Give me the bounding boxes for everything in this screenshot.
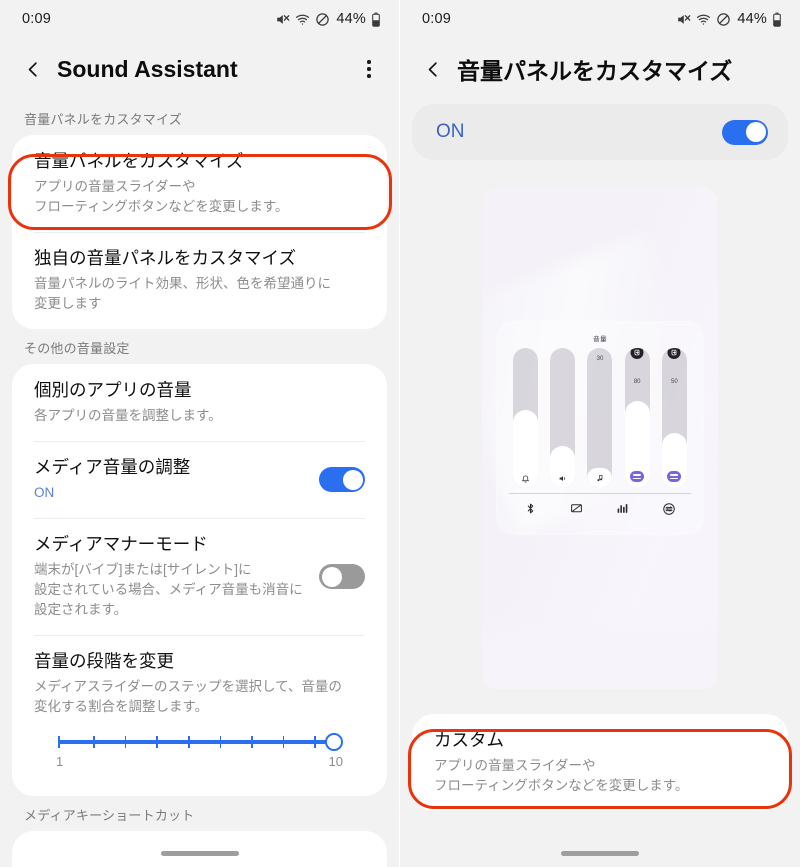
status-bar-left: 0:09 44% (0, 0, 399, 38)
cast-off-icon[interactable] (570, 502, 583, 520)
battery-percent-label: 44% (336, 11, 366, 27)
status-icon-group: 44% (275, 11, 381, 27)
music-note-icon (587, 473, 612, 483)
volume-panel-mock: 音量 30 80 50 (496, 321, 704, 535)
list-item-custom[interactable]: カスタム アプリの音量スライダーや フローティングボタンなどを変更します。 (412, 714, 788, 811)
list-item-subtitle: アプリの音量スライダーや フローティングボタンなどを変更します。 (434, 757, 689, 793)
status-icon-group: 44% (676, 11, 782, 27)
battery-icon (772, 12, 782, 27)
mute-icon (275, 12, 290, 27)
toggle-customize-volume-panel[interactable] (722, 119, 768, 145)
list-item-subtitle: 各アプリの音量を調整します。 (34, 407, 222, 423)
back-arrow-icon[interactable] (418, 54, 448, 84)
volume-slider-app-2[interactable]: 50 (661, 348, 687, 488)
list-item-per-app-volume[interactable]: 個別のアプリの音量 各アプリの音量を調整します。 (12, 364, 387, 441)
right-phone-screen: 0:09 44% 音量パネルをカスタマイズ ON 音量 30 80 50 カスタ… (400, 0, 800, 867)
bell-icon (513, 474, 538, 483)
toggle-media-manner-mode[interactable] (319, 564, 365, 590)
card-other-volume-settings: 個別のアプリの音量 各アプリの音量を調整します。 メディア音量の調整 ON メデ… (12, 364, 387, 796)
section-header-media-key-shortcut: メディアキーショートカット (24, 807, 195, 823)
list-item-media-manner-mode[interactable]: メディアマナーモード 端末が[バイブ]または[サイレント]に 設定されている場合… (12, 518, 387, 635)
equalizer-bars-icon[interactable] (616, 502, 629, 520)
volume-panel-preview-image: 音量 30 80 50 (482, 187, 718, 689)
list-item-title: メディアマナーモード (34, 534, 208, 554)
volume-slider-ring[interactable] (513, 348, 539, 488)
list-item-title: 音量の段階を変更 (34, 651, 174, 672)
app-bar-left: Sound Assistant (0, 38, 399, 100)
master-toggle-banner[interactable]: ON (412, 104, 788, 160)
volume-slider-notification[interactable] (550, 348, 576, 488)
app-lock-badge-icon (667, 348, 681, 359)
volume-value-media: 30 (596, 356, 604, 362)
nav-home-pill-left[interactable] (160, 851, 239, 856)
list-item-subtitle: アプリの音量スライダーや フローティングボタンなどを変更します。 (34, 178, 289, 214)
nav-home-pill-right[interactable] (561, 851, 639, 856)
equalizer-chip-icon (662, 471, 687, 482)
list-item-customize-volume-panel[interactable]: 音量パネルをカスタマイズ アプリの音量スライダーや フローティングボタンなどを変… (12, 135, 387, 232)
list-item-customize-own-volume-panel[interactable]: 独自の音量パネルをカスタマイズ 音量パネルのライト効果、形状、色を希望通りに 変… (12, 232, 387, 329)
app-bar-right: 音量パネルをカスタマイズ (400, 38, 800, 100)
slider-filled-line (58, 740, 333, 744)
volume-steps-slider[interactable]: 1 10 (34, 718, 365, 781)
status-time: 0:09 (422, 11, 452, 27)
volume-slider-group: 30 80 50 (507, 348, 693, 488)
wallpaper-bottom-fade (482, 603, 718, 689)
preview-area: 音量 30 80 50 (400, 187, 800, 689)
battery-icon (371, 12, 381, 27)
slider-min-label: 1 (56, 753, 64, 769)
battery-percent-label: 44% (737, 11, 767, 27)
card-custom-option: カスタム アプリの音量スライダーや フローティングボタンなどを変更します。 (412, 714, 788, 812)
list-item-title: 個別のアプリの音量 (34, 380, 192, 401)
screenshot-root: 0:09 44% Sound Assistant 音量パネルをカスタマイズ 音量… (0, 0, 800, 867)
list-item-subtitle: メディアスライダーのステップを選択して、音量の 変化する割合を調整します。 (34, 679, 342, 715)
volume-panel-title: 音量 (593, 336, 607, 343)
list-item-change-volume-steps[interactable]: 音量の段階を変更 メディアスライダーのステップを選択して、音量の 変化する割合を… (12, 635, 387, 795)
list-item-subtitle: 端末が[バイブ]または[サイレント]に 設定されている場合、メディア音量も消音に… (34, 561, 303, 618)
left-phone-screen: 0:09 44% Sound Assistant 音量パネルをカスタマイズ 音量… (0, 0, 400, 867)
app-lock-badge-icon (630, 348, 644, 359)
section-header-volume-panel: 音量パネルをカスタマイズ (24, 112, 183, 127)
card-media-key-shortcut-partial (12, 830, 387, 867)
back-arrow-icon[interactable] (18, 54, 48, 84)
mute-icon (676, 12, 691, 27)
list-item-title: 音量パネルをカスタマイズ (34, 151, 244, 171)
list-item-media-volume-adjust[interactable]: メディア音量の調整 ON (12, 441, 387, 518)
volume-panel-divider (509, 493, 691, 494)
section-header-other-volume-settings: その他の音量設定 (24, 341, 130, 357)
speaker-icon (550, 474, 575, 483)
card-volume-panel: 音量パネルをカスタマイズ アプリの音量スライダーや フローティングボタンなどを変… (12, 135, 387, 330)
more-options-icon[interactable] (355, 54, 383, 84)
sound-settings-icon[interactable] (662, 502, 676, 521)
do-not-disturb-icon (315, 12, 330, 27)
master-toggle-label: ON (436, 121, 465, 142)
bluetooth-icon[interactable] (524, 502, 537, 520)
wifi-icon (295, 12, 310, 27)
slider-thumb[interactable] (325, 732, 343, 751)
list-item-subtitle: 音量パネルのライト効果、形状、色を希望通りに 変更します (34, 275, 331, 311)
page-title: 音量パネルをカスタマイズ (457, 58, 733, 84)
list-item-title: メディア音量の調整 (34, 457, 191, 478)
equalizer-chip-icon (625, 471, 650, 482)
volume-value-app-1: 80 (633, 379, 641, 385)
list-item-title: 独自の音量パネルをカスタマイズ (34, 248, 296, 269)
toggle-media-volume-adjust[interactable] (319, 467, 365, 493)
slider-track[interactable] (56, 732, 343, 752)
do-not-disturb-icon (716, 12, 731, 27)
page-title: Sound Assistant (57, 55, 238, 82)
volume-panel-action-row (507, 496, 693, 526)
volume-value-app-2: 50 (671, 379, 678, 385)
volume-slider-app-1[interactable]: 80 (624, 348, 650, 488)
status-time: 0:09 (22, 11, 52, 27)
slider-max-label: 10 (328, 753, 343, 769)
wifi-icon (696, 12, 711, 27)
status-bar-right: 0:09 44% (400, 0, 800, 38)
volume-slider-media[interactable]: 30 (587, 348, 613, 488)
list-item-state-label: ON (34, 484, 55, 500)
list-item-title: カスタム (434, 730, 504, 750)
slider-range-labels: 1 10 (56, 754, 343, 779)
